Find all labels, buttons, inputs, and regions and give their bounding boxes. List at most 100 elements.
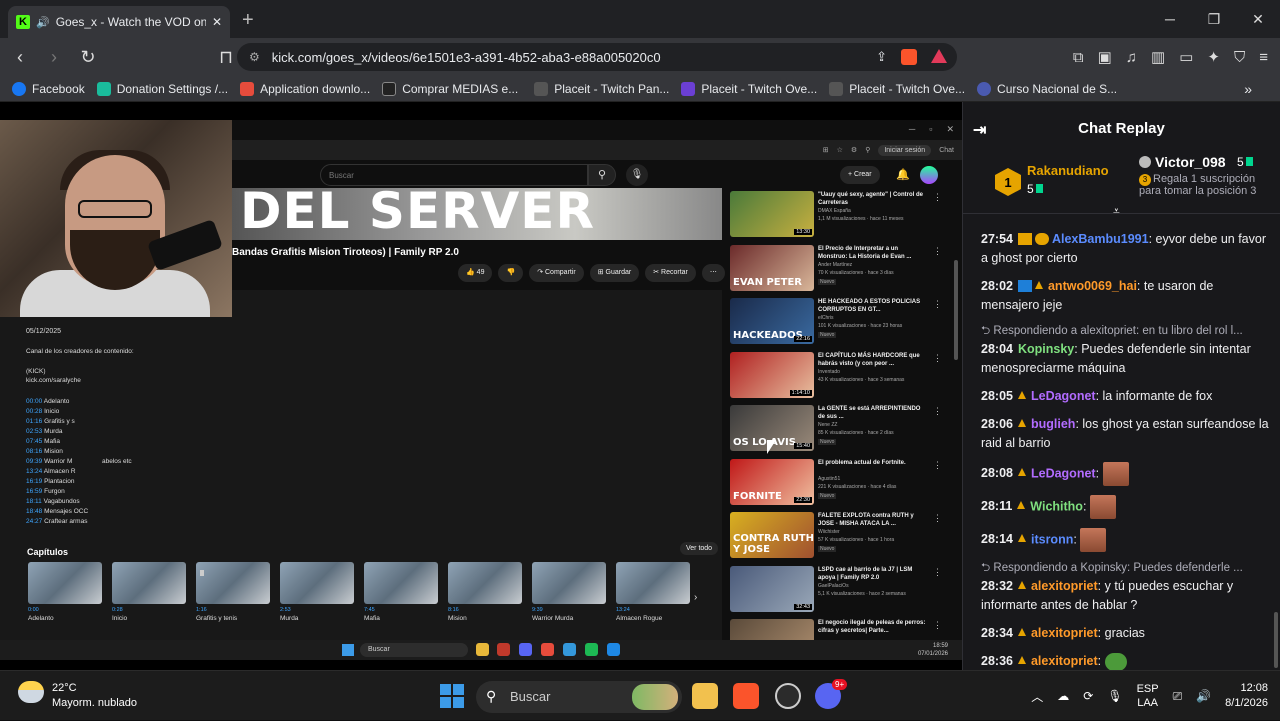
- network-app-icon[interactable]: ☁: [1057, 689, 1069, 703]
- chapter-link: 07:45 Mafia: [26, 438, 60, 445]
- collapse-chat-icon[interactable]: ⇥: [973, 120, 986, 140]
- brave-shields-icon[interactable]: [901, 49, 917, 65]
- chat-username[interactable]: alexitopriet: [1031, 654, 1098, 668]
- sub-badge-icon: [1017, 581, 1026, 589]
- yt-search-input: Buscar: [320, 164, 588, 186]
- chat-username[interactable]: alexitopriet: [1031, 579, 1098, 593]
- expand-leaderboard-icon[interactable]: ⩡: [1113, 204, 1120, 219]
- bookmark-application[interactable]: Application downlo...: [240, 81, 370, 96]
- site-settings-icon[interactable]: ⚙: [249, 50, 260, 64]
- wallet-icon[interactable]: ▭: [1179, 48, 1193, 66]
- emote-image: [1080, 528, 1107, 552]
- maximize-button[interactable]: ❐: [1192, 0, 1236, 38]
- chapter-thumb-image: [364, 562, 438, 604]
- leo-icon[interactable]: ✦: [1207, 48, 1220, 66]
- chat-username[interactable]: alexitopriet: [1031, 626, 1098, 640]
- pepe-emote-image: [1104, 652, 1127, 671]
- reply-icon: ⮌: [981, 325, 994, 337]
- brave-icon[interactable]: [733, 683, 759, 709]
- extensions-icon[interactable]: ⧉: [1073, 49, 1084, 66]
- chat-message: 27:54 AlexBambu1991: eyvor debe un favor …: [981, 232, 1267, 265]
- chat-username[interactable]: Kopinsky: [1018, 342, 1074, 356]
- chat-message: 28:05 LeDagonet: la informante de fox: [981, 389, 1213, 403]
- video-player[interactable]: ─ ▫ ✕ ⊞ ☆ ⚙ ⚲ Iniciar sesión Chat Buscar ⚲ 🎙 …: [0, 120, 962, 640]
- bookmark-placeit-2[interactable]: Placeit - Twitch Ove...: [681, 81, 817, 96]
- reply-context[interactable]: ⮌ Respondiendo a alexitopriet: en tu lib…: [981, 324, 1271, 338]
- more-vert-icon: ⋮: [933, 513, 942, 523]
- chat-username[interactable]: Wichitho: [1030, 499, 1083, 513]
- facebook-icon: [12, 81, 26, 96]
- mic-icon[interactable]: 🎙: [1107, 689, 1122, 703]
- screenshot-icon[interactable]: ▣: [1098, 48, 1112, 66]
- placeit-icon: [534, 81, 549, 96]
- chapter-thumb: 8:16 Mision: [448, 562, 522, 622]
- emote-image: [1102, 462, 1129, 486]
- close-tab-icon[interactable]: ✕: [212, 15, 222, 29]
- display-icon[interactable]: ⎚: [1173, 689, 1183, 704]
- chat-username[interactable]: antwo0069_hai: [1048, 279, 1137, 293]
- forward-button[interactable]: ›: [40, 47, 68, 68]
- gift-leaderboard: 1 Rakanudiano 5 Victor_098 5 3 Regala 1 s…: [963, 146, 1280, 218]
- chapter-link: 09:39 Warrior M: [26, 458, 73, 465]
- chat-username[interactable]: LeDagonet: [1031, 389, 1096, 403]
- start-button[interactable]: [440, 684, 464, 708]
- sidebar-icon[interactable]: ▥: [1151, 48, 1165, 66]
- bookmark-placeit-1[interactable]: Placeit - Twitch Pan...: [534, 81, 669, 96]
- yt-avatar: [920, 166, 938, 184]
- bookmark-medias[interactable]: Comprar MEDIAS e...: [382, 81, 518, 96]
- reload-button[interactable]: ↻: [74, 47, 102, 68]
- more-bookmarks-icon[interactable]: »: [1244, 81, 1252, 97]
- menu-icon[interactable]: ≡: [1259, 49, 1268, 66]
- bookmark-placeit-3[interactable]: Placeit - Twitch Ove...: [829, 81, 965, 96]
- browser-tab[interactable]: K 🔊 Goes_x - Watch the VOD on K ✕: [8, 6, 230, 38]
- recorder-icon[interactable]: [775, 683, 801, 709]
- close-window-button[interactable]: ✕: [1236, 0, 1280, 38]
- media-icon[interactable]: ♫: [1126, 49, 1137, 66]
- address-bar[interactable]: ⚙ kick.com/goes_x/videos/6e1501e3-a391-4…: [237, 43, 957, 71]
- video-banner: DEL SERVER: [232, 188, 722, 240]
- placeit-icon: [829, 81, 844, 96]
- yt-search-icon: ⚲: [588, 164, 616, 186]
- weather-widget[interactable]: 22°C Mayorm. nublado: [18, 681, 137, 711]
- mouse-cursor-icon: [767, 440, 776, 454]
- clock[interactable]: 12:08 8/1/2026: [1225, 681, 1268, 711]
- globe-icon: [977, 81, 992, 96]
- chat-username[interactable]: AlexBambu1991: [1052, 232, 1149, 246]
- chat-scrollbar[interactable]: [1274, 612, 1278, 668]
- back-button[interactable]: ‹: [6, 47, 34, 68]
- sync-icon[interactable]: ⟳: [1083, 689, 1093, 703]
- bookmark-curso[interactable]: Curso Nacional de S...: [977, 81, 1117, 96]
- url-text[interactable]: kick.com/goes_x/videos/6e1501e3-a391-4b5…: [272, 50, 661, 65]
- chat-username[interactable]: LeDagonet: [1031, 466, 1096, 480]
- volume-icon[interactable]: 🔊: [1196, 689, 1211, 703]
- language-indicator[interactable]: ESP LAA: [1137, 682, 1159, 710]
- minimize-button[interactable]: ─: [1148, 0, 1192, 38]
- chat-username[interactable]: itsronn: [1031, 532, 1073, 546]
- video-area: ─ ▫ ✕ ⊞ ☆ ⚙ ⚲ Iniciar sesión Chat Buscar ⚲ 🎙 …: [0, 102, 962, 670]
- chat-message: 28:02 antwo0069_hai: te usaron de mensaje…: [981, 279, 1214, 312]
- file-explorer-icon[interactable]: [692, 683, 718, 709]
- chat-username[interactable]: buglieh: [1031, 417, 1075, 431]
- bookmark-facebook[interactable]: Facebook: [12, 81, 85, 96]
- more-vert-icon: ⋮: [933, 620, 942, 630]
- taskbar-search[interactable]: ⚲ Buscar: [476, 681, 682, 713]
- show-hidden-icon[interactable]: ︿: [1031, 688, 1043, 705]
- chapter-link: 16:59 Furgon: [26, 488, 65, 495]
- bookmark-icon[interactable]: ⊓: [212, 47, 240, 68]
- rec-thumbnail: EVAN PETER: [730, 244, 814, 291]
- share-icon[interactable]: ⇪: [876, 49, 887, 65]
- vpn-icon[interactable]: ⛉: [1234, 49, 1245, 66]
- leader-name[interactable]: Rakanudiano: [1027, 163, 1109, 178]
- reply-context[interactable]: ⮌ Respondiendo a Kopinsky: Puedes defend…: [981, 561, 1271, 575]
- rec-thumbnail: 1:14:10: [730, 351, 814, 398]
- brave-rewards-icon[interactable]: [931, 49, 947, 63]
- more-vert-icon: ⋮: [933, 406, 942, 416]
- bookmark-donation[interactable]: Donation Settings /...: [96, 81, 228, 96]
- speaker-icon[interactable]: 🔊: [36, 16, 50, 29]
- new-tab-button[interactable]: +: [242, 9, 254, 32]
- chat-message: 28:04 Kopinsky: Puedes defenderle sin int…: [981, 342, 1251, 375]
- discord-badge: 9+: [832, 679, 848, 690]
- gift-icon: [1139, 156, 1151, 168]
- yt-bell-icon: 🔔: [896, 169, 910, 181]
- yt-more-button: ⋯: [701, 264, 725, 282]
